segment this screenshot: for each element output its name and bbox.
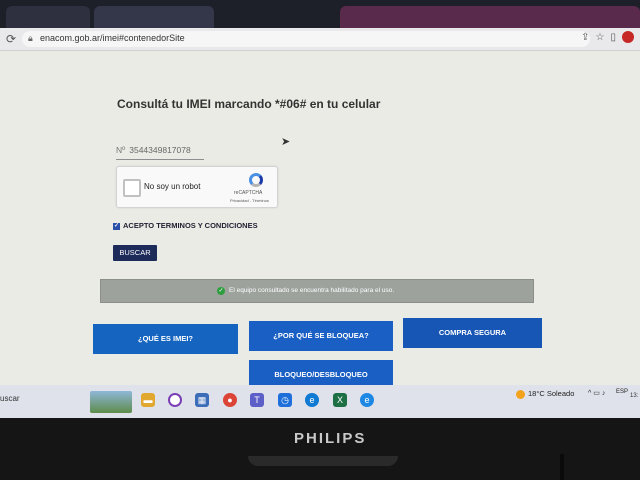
monitor-stand <box>248 456 398 466</box>
recaptcha-widget: No soy un robot reCAPTCHA Privacidad - T… <box>116 166 278 208</box>
volume-icon[interactable]: ♪ <box>602 390 606 397</box>
imei-input[interactable] <box>129 145 192 155</box>
share-icon[interactable]: ⇪ <box>581 32 589 43</box>
recaptcha-checkbox[interactable] <box>123 179 141 197</box>
success-check-icon: ✓ <box>217 287 225 295</box>
browser-tab[interactable] <box>340 6 640 28</box>
excel-icon[interactable]: X <box>333 393 347 407</box>
monitor-screen: ⟳ 🔒︎ enacom.gob.ar/imei#contenedorSite ⇪… <box>0 0 640 418</box>
calculator-icon[interactable]: ▦ <box>195 393 209 407</box>
taskbar-search[interactable]: uscar <box>0 394 20 403</box>
terms-label: ACEPTO TERMINOS Y CONDICIONES <box>123 221 258 230</box>
checkmark-icon[interactable]: ✓ <box>113 222 120 230</box>
folder-icon[interactable]: ▬ <box>141 393 155 407</box>
mouse-cursor-icon: ➤ <box>281 136 291 148</box>
weather-widget[interactable]: 18°C Soleado <box>516 389 574 399</box>
url-text: enacom.gob.ar/imei#contenedorSite <box>40 33 185 43</box>
clock-icon[interactable]: ◷ <box>278 393 292 407</box>
reload-icon[interactable]: ⟳ <box>6 32 16 46</box>
page-content: Consultá tu IMEI marcando *#06# en tu ce… <box>0 51 640 390</box>
monitor-brand-logo: PHILIPS <box>294 430 367 447</box>
terms-checkbox-row[interactable]: ✓ ACEPTO TERMINOS Y CONDICIONES <box>113 221 258 230</box>
browser-tab-bar <box>0 0 640 28</box>
safe-purchase-button[interactable]: COMPRA SEGURA <box>403 318 542 348</box>
weather-text: 18°C Soleado <box>528 389 575 398</box>
edge-icon[interactable]: e <box>305 393 319 407</box>
recaptcha-logo-icon <box>249 173 263 187</box>
teams-icon[interactable]: T <box>250 393 264 407</box>
imei-field[interactable]: Nº <box>116 145 204 160</box>
page-heading: Consultá tu IMEI marcando *#06# en tu ce… <box>117 97 381 111</box>
chrome-icon[interactable]: ● <box>223 393 237 407</box>
recaptcha-links[interactable]: Privacidad - Términos <box>230 198 269 203</box>
recaptcha-label: No soy un robot <box>144 182 201 191</box>
search-highlight-image <box>90 391 132 413</box>
address-bar: ⟳ 🔒︎ enacom.gob.ar/imei#contenedorSite ⇪… <box>0 28 640 51</box>
network-icon[interactable]: ▭ <box>593 390 600 397</box>
browser-tab-active[interactable] <box>94 6 214 28</box>
recaptcha-brand: reCAPTCHA <box>234 190 263 196</box>
lock-icon: 🔒︎ <box>28 33 33 43</box>
status-banner: ✓ El equipo consultado se encuentra habi… <box>100 279 534 303</box>
sidepanel-icon[interactable]: ▯ <box>610 32 616 43</box>
what-is-imei-button[interactable]: ¿QUÉ ES IMEI? <box>93 324 238 354</box>
taskbar: uscar ▬ ▦ ● T ◷ e X e 18°C Soleado ^ ▭ ♪… <box>0 385 640 418</box>
imei-prefix: Nº <box>116 145 126 155</box>
language-indicator[interactable]: ESP <box>616 389 628 395</box>
toolbar-icons: ⇪ ☆ ▯ <box>575 31 634 43</box>
monitor-bezel: PHILIPS <box>0 418 640 480</box>
status-message: El equipo consultado se encuentra habili… <box>229 287 395 294</box>
system-tray: ^ ▭ ♪ ESP <box>588 389 628 397</box>
search-button[interactable]: BUSCAR <box>113 245 157 261</box>
sun-icon <box>516 389 525 399</box>
chevron-up-icon[interactable]: ^ <box>588 390 591 397</box>
url-field[interactable]: 🔒︎ enacom.gob.ar/imei#contenedorSite <box>22 31 590 47</box>
cable <box>560 454 564 480</box>
edge-icon[interactable]: e <box>360 393 374 407</box>
star-icon[interactable]: ☆ <box>596 32 605 43</box>
cortana-icon[interactable] <box>168 393 182 407</box>
profile-avatar[interactable] <box>622 31 634 43</box>
why-blocked-button[interactable]: ¿POR QUÉ SE BLOQUEA? <box>249 321 393 351</box>
browser-tab[interactable] <box>6 6 90 28</box>
clock[interactable]: 13: <box>630 393 638 399</box>
